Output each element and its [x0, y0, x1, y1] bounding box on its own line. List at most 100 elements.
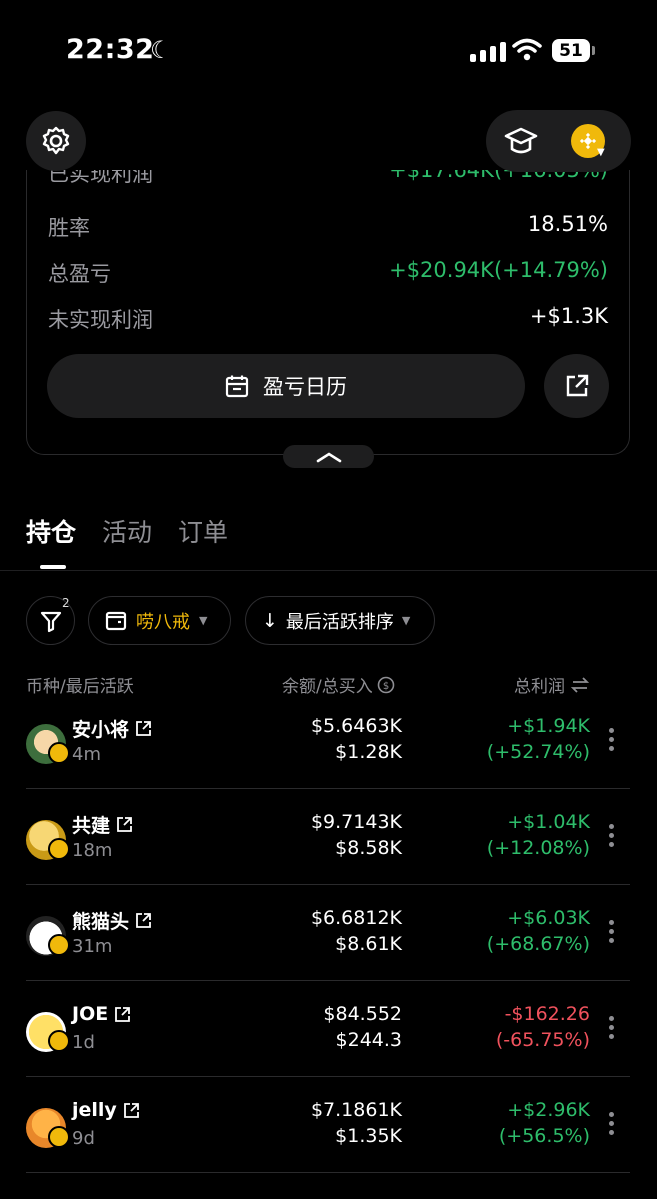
- graduation-cap-icon[interactable]: [504, 124, 538, 158]
- token-name[interactable]: jelly: [72, 1099, 140, 1121]
- more-options-icon[interactable]: [606, 920, 616, 943]
- signal-icon: [470, 40, 506, 62]
- settings-button[interactable]: [26, 111, 86, 171]
- balance-value: $7.1861K: [310, 1099, 402, 1121]
- pnl-calendar-label: 盈亏日历: [263, 375, 347, 399]
- bnb-chain-badge-icon: [48, 1126, 70, 1148]
- share-button[interactable]: [544, 354, 609, 418]
- stat-label-total-pnl: 总盈亏: [48, 262, 111, 286]
- tabs-divider: [0, 570, 657, 571]
- pnl-calendar-button[interactable]: 盈亏日历: [47, 354, 525, 418]
- stat-value-realized: +$17.64K(+16.05%): [389, 170, 608, 182]
- more-options-icon[interactable]: [606, 728, 616, 751]
- status-time: 22:32: [66, 34, 155, 65]
- total-bought-value: $244.3: [335, 1029, 402, 1051]
- bnb-chain-badge-icon: [48, 742, 70, 764]
- column-header-pnl[interactable]: 总利润: [514, 672, 589, 697]
- profit-value: +$1.04K: [507, 811, 590, 833]
- stat-value-winrate: 18.51%: [527, 212, 608, 236]
- collapse-button[interactable]: [283, 445, 374, 468]
- position-row[interactable]: 共建 18m $9.7143K $8.58K +$1.04K (+12.08%): [0, 796, 657, 892]
- profit-percent: (+68.67%): [486, 933, 590, 955]
- column-header-balance[interactable]: 余额/总买入 $: [282, 672, 395, 697]
- position-row[interactable]: 熊猫头 31m $6.6812K $8.61K +$6.03K (+68.67%…: [0, 892, 657, 988]
- caret-down-icon: ▼: [199, 614, 208, 627]
- last-active-time: 18m: [72, 840, 113, 861]
- position-row[interactable]: jelly 9d $7.1861K $1.35K +$2.96K (+56.5%…: [0, 1084, 657, 1180]
- chevron-down-icon[interactable]: ▼: [597, 147, 605, 158]
- stat-value-unrealized: +$1.3K: [529, 304, 608, 328]
- wallet-selector[interactable]: 唠八戒 ▼: [88, 596, 231, 645]
- external-link-icon[interactable]: [123, 1102, 140, 1119]
- sort-selector[interactable]: ↓ 最后活跃排序 ▼: [245, 596, 435, 645]
- total-bought-value: $8.61K: [335, 933, 402, 955]
- stat-label-unrealized: 未实现利润: [48, 308, 153, 332]
- tab-indicator: [40, 565, 66, 569]
- tab-activity[interactable]: 活动: [102, 513, 152, 549]
- wallet-icon: [105, 611, 127, 630]
- total-bought-value: $8.58K: [335, 837, 402, 859]
- profit-percent: (+52.74%): [486, 741, 590, 763]
- more-options-icon[interactable]: [606, 824, 616, 847]
- profit-value: +$2.96K: [507, 1099, 590, 1121]
- total-bought-value: $1.28K: [335, 741, 402, 763]
- profit-percent: (+12.08%): [486, 837, 590, 859]
- swap-icon: [571, 676, 589, 693]
- stat-label-winrate: 胜率: [48, 216, 90, 240]
- bnb-chain-badge-icon: [48, 1030, 70, 1052]
- total-bought-value: $1.35K: [335, 1125, 402, 1147]
- battery-icon: 51: [552, 39, 590, 62]
- balance-value: $6.6812K: [310, 907, 402, 929]
- arrow-down-icon: ↓: [262, 609, 278, 632]
- filter-icon: [40, 611, 61, 632]
- chevron-up-icon: [316, 451, 341, 462]
- row-divider: [26, 1076, 630, 1077]
- token-name[interactable]: 安小将: [72, 715, 152, 742]
- external-link-icon[interactable]: [116, 816, 133, 833]
- filter-count-badge: 2: [62, 596, 70, 610]
- stat-label-realized: 已实现利润: [48, 170, 153, 186]
- battery-tip: [592, 46, 595, 55]
- row-divider: [26, 1172, 630, 1173]
- last-active-time: 31m: [72, 936, 113, 957]
- profit-value: +$1.94K: [507, 715, 590, 737]
- stat-value-total-pnl: +$20.94K(+14.79%): [389, 258, 608, 282]
- dollar-toggle-icon: $: [377, 676, 395, 693]
- token-name[interactable]: JOE: [72, 1003, 131, 1025]
- token-name[interactable]: 熊猫头: [72, 907, 152, 934]
- last-active-time: 9d: [72, 1128, 95, 1149]
- profit-percent: (+56.5%): [498, 1125, 590, 1147]
- gear-icon: [42, 126, 70, 155]
- caret-down-icon: ▼: [401, 614, 411, 627]
- tab-holdings[interactable]: 持仓: [26, 513, 76, 549]
- external-link-icon[interactable]: [135, 720, 152, 737]
- row-divider: [26, 884, 630, 885]
- bnb-chain-badge-icon: [48, 934, 70, 956]
- external-link-icon[interactable]: [114, 1006, 131, 1023]
- share-icon: [566, 374, 588, 397]
- row-divider: [26, 980, 630, 981]
- svg-text:$: $: [383, 681, 389, 692]
- tab-orders[interactable]: 订单: [178, 513, 228, 549]
- more-options-icon[interactable]: [606, 1016, 616, 1039]
- last-active-time: 4m: [72, 744, 101, 765]
- profit-percent: (-65.75%): [495, 1029, 590, 1051]
- balance-value: $5.6463K: [310, 715, 402, 737]
- wifi-icon: [512, 38, 542, 61]
- column-header-token: 币种/最后活跃: [26, 677, 134, 697]
- sort-label: 最后活跃排序: [285, 611, 394, 633]
- wallet-name: 唠八戒: [136, 611, 190, 633]
- position-row[interactable]: 安小将 4m $5.6463K $1.28K +$1.94K (+52.74%): [0, 700, 657, 796]
- token-name[interactable]: 共建: [72, 811, 133, 838]
- profit-value: +$6.03K: [507, 907, 590, 929]
- bnb-chain-badge-icon: [48, 838, 70, 860]
- external-link-icon[interactable]: [135, 912, 152, 929]
- balance-value: $9.7143K: [310, 811, 402, 833]
- row-divider: [26, 788, 630, 789]
- balance-value: $84.552: [323, 1003, 402, 1025]
- profit-value: -$162.26: [504, 1003, 590, 1025]
- calendar-icon: [225, 375, 249, 398]
- more-options-icon[interactable]: [606, 1112, 616, 1135]
- last-active-time: 1d: [72, 1032, 95, 1053]
- position-row[interactable]: JOE 1d $84.552 $244.3 -$162.26 (-65.75%): [0, 988, 657, 1084]
